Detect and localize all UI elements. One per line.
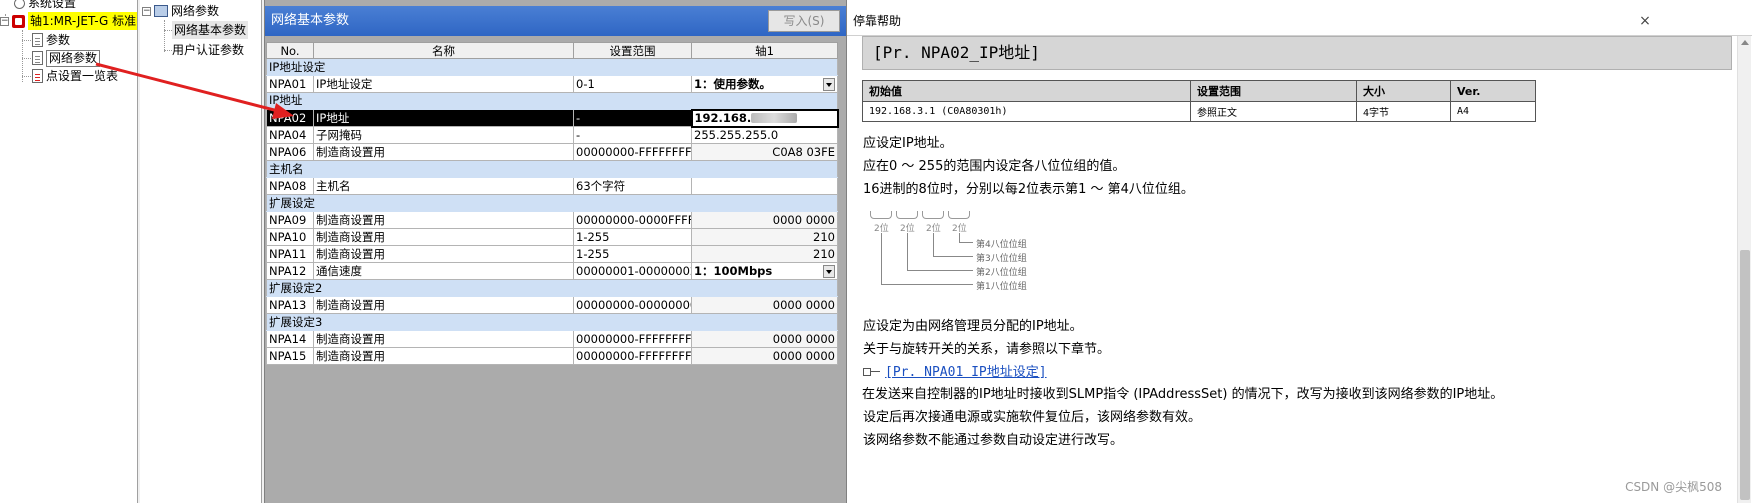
reference-icon [863,366,881,376]
scrollbar-thumb[interactable] [1740,250,1750,500]
table-row[interactable]: NPA06 制造商设置用 00000000-FFFFFFFF C0A8 03FE [266,143,838,161]
help-heading: [Pr. NPA02_IP地址] [862,36,1732,70]
project-tree: 系统设置 − 轴1:MR-JET-G 标准 参数 网络参数 点设置一览表 [0,0,138,503]
dropdown-arrow-icon[interactable] [823,77,835,91]
npa14-value[interactable]: 0000 0000 [691,330,838,348]
scroll-up-icon[interactable] [1741,40,1749,45]
table-row[interactable]: NPA10 制造商设置用 1-255 210 [266,228,838,246]
table-row[interactable]: NPA13 制造商设置用 00000000-00000000 0000 0000 [266,296,838,314]
col-header-range[interactable]: 设置范围 [573,42,692,59]
group-row-ip-address: IP地址 [266,92,838,110]
parameter-table: No. 名称 设置范围 轴1 IP地址设定 NPA01 IP地址设定 0-1 1… [266,42,839,365]
tree-item-network-parameters[interactable]: 网络参数 [32,49,101,67]
comm-speed-select[interactable]: 1：100Mbps [691,262,838,280]
help-scrollbar[interactable] [1737,36,1751,503]
table-row[interactable]: NPA11 制造商设置用 1-255 210 [266,245,838,263]
gear-icon [14,0,25,9]
table-row[interactable]: NPA14 制造商设置用 00000000-FFFFFFFF 0000 0000 [266,330,838,348]
table-row[interactable]: NPA15 制造商设置用 00000000-FFFFFFFF 0000 0000 [266,347,838,365]
collapse-icon[interactable]: − [142,6,151,16]
parameter-window-title: 网络基本参数 写入(S) [265,6,847,36]
npa01-value-select[interactable]: 1：使用参数。 [691,75,838,93]
col-header-axis1[interactable]: 轴1 [691,42,838,59]
servo-axis-icon [12,14,25,28]
col-header-no[interactable]: No. [266,42,314,59]
table-row[interactable]: NPA01 IP地址设定 0-1 1：使用参数。 [266,75,838,93]
table-row-selected[interactable]: NPA02 IP地址 - 192.168. [266,108,839,128]
subnet-mask-input[interactable]: 255.255.255.0 [691,126,838,144]
table-header-row: No. 名称 设置范围 轴1 [266,42,838,59]
watermark: CSDN @尖枫508 [1625,480,1722,494]
reference-line: [Pr. NPA01 IP地址设定] [863,361,1732,384]
parameter-window: 网络基本参数 写入(S) No. 名称 设置范围 轴1 IP地址设定 NPA01… [264,0,847,503]
dropdown-arrow-icon[interactable] [823,264,835,278]
npa11-value[interactable]: 210 [691,245,838,263]
npa10-value[interactable]: 210 [691,228,838,246]
group-row-ext: 扩展设定 [266,194,838,212]
tree-item-system-settings[interactable]: 系统设置 [14,0,76,12]
tree2-item-user-auth[interactable]: 用户认证参数 [172,41,244,59]
npa01-link[interactable]: [Pr. NPA01 IP地址设定] [885,365,1047,380]
redacted-mask [751,113,798,123]
document-icon [32,33,43,47]
col-header-name[interactable]: 名称 [313,42,574,59]
help-content: [Pr. NPA02_IP地址] 初始值 设置范围 大小 Ver. 192.16… [862,36,1732,503]
docking-help-pane: 停靠帮助 × [Pr. NPA02_IP地址] 初始值 设置范围 大小 Ver.… [846,0,1752,503]
octet-diagram: 2位 2位 2位 2位 第4八位位组 第3八位位组 第2八位位组 第1八位位组 [870,207,1090,311]
write-button[interactable]: 写入(S) [768,10,840,32]
npa15-value[interactable]: 0000 0000 [691,347,838,365]
tree-item-point-table[interactable]: 点设置一览表 [32,67,118,85]
network-icon [154,5,168,17]
group-row-ext2: 扩展设定2 [266,279,838,297]
ip-address-input[interactable]: 192.168. [690,108,839,128]
group-row-ext3: 扩展设定3 [266,313,838,331]
npa06-value[interactable]: C0A8 03FE [691,143,838,161]
collapse-icon[interactable]: − [0,16,9,26]
host-name-input[interactable] [691,177,838,195]
npa09-value[interactable]: 0000 0000 [691,211,838,229]
table-row[interactable]: NPA04 子网掩码 - 255.255.255.0 [266,126,838,144]
group-row-ip-setting: IP地址设定 [266,58,838,76]
tree-item-parameters[interactable]: 参数 [32,31,70,49]
tree2-item-network-params[interactable]: − 网络参数 [142,2,219,20]
parameter-table-container: No. 名称 设置范围 轴1 IP地址设定 NPA01 IP地址设定 0-1 1… [266,42,839,365]
group-row-host: 主机名 [266,160,838,178]
table-row[interactable]: NPA12 通信速度 00000001-00000002 1：100Mbps [266,262,838,280]
point-table-icon [32,69,43,83]
tree-item-axis1[interactable]: − 轴1:MR-JET-G 标准 [0,12,137,30]
parameter-category-tree: − 网络参数 网络基本参数 用户认证参数 [140,0,262,503]
document-icon [32,51,43,65]
help-spec-table: 初始值 设置范围 大小 Ver. 192.168.3.1 (C0A80301h)… [862,80,1536,122]
table-row[interactable]: NPA08 主机名 63个字符 [266,177,838,195]
close-icon[interactable]: × [1634,10,1656,32]
tree2-item-basic-params[interactable]: 网络基本参数 [172,21,249,39]
npa13-value[interactable]: 0000 0000 [691,296,838,314]
table-row[interactable]: NPA09 制造商设置用 00000000-0000FFFF 0000 0000 [266,211,838,229]
help-title-bar: 停靠帮助 [847,6,1752,36]
